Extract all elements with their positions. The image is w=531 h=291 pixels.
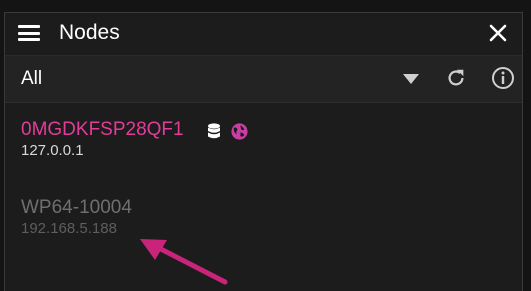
- globe-icon: [231, 123, 248, 140]
- filter-toolbar: All: [5, 55, 522, 103]
- panel-header: Nodes: [5, 13, 522, 53]
- refresh-icon[interactable]: [445, 67, 467, 89]
- database-icon: [208, 123, 220, 139]
- annotation-arrow: [140, 239, 228, 285]
- node-filter-select[interactable]: All: [21, 68, 42, 90]
- hamburger-menu-icon[interactable]: [18, 25, 40, 41]
- node-list-item[interactable]: WP64-10004 192.168.5.188: [21, 197, 132, 238]
- close-icon[interactable]: [488, 23, 508, 43]
- node-list-item[interactable]: 0MGDKFSP28QF1 127.0.0.1: [21, 119, 184, 160]
- node-name: 0MGDKFSP28QF1: [21, 119, 184, 140]
- node-ip: 127.0.0.1: [21, 142, 84, 159]
- info-icon[interactable]: [491, 66, 515, 90]
- node-ip: 192.168.5.188: [21, 220, 117, 237]
- nodes-panel: Nodes All 0MGDKFSP28QF1 127.0.0.1 WP64-1…: [4, 12, 523, 291]
- chevron-down-icon[interactable]: [403, 74, 419, 84]
- node-name: WP64-10004: [21, 197, 132, 218]
- panel-title: Nodes: [59, 21, 120, 44]
